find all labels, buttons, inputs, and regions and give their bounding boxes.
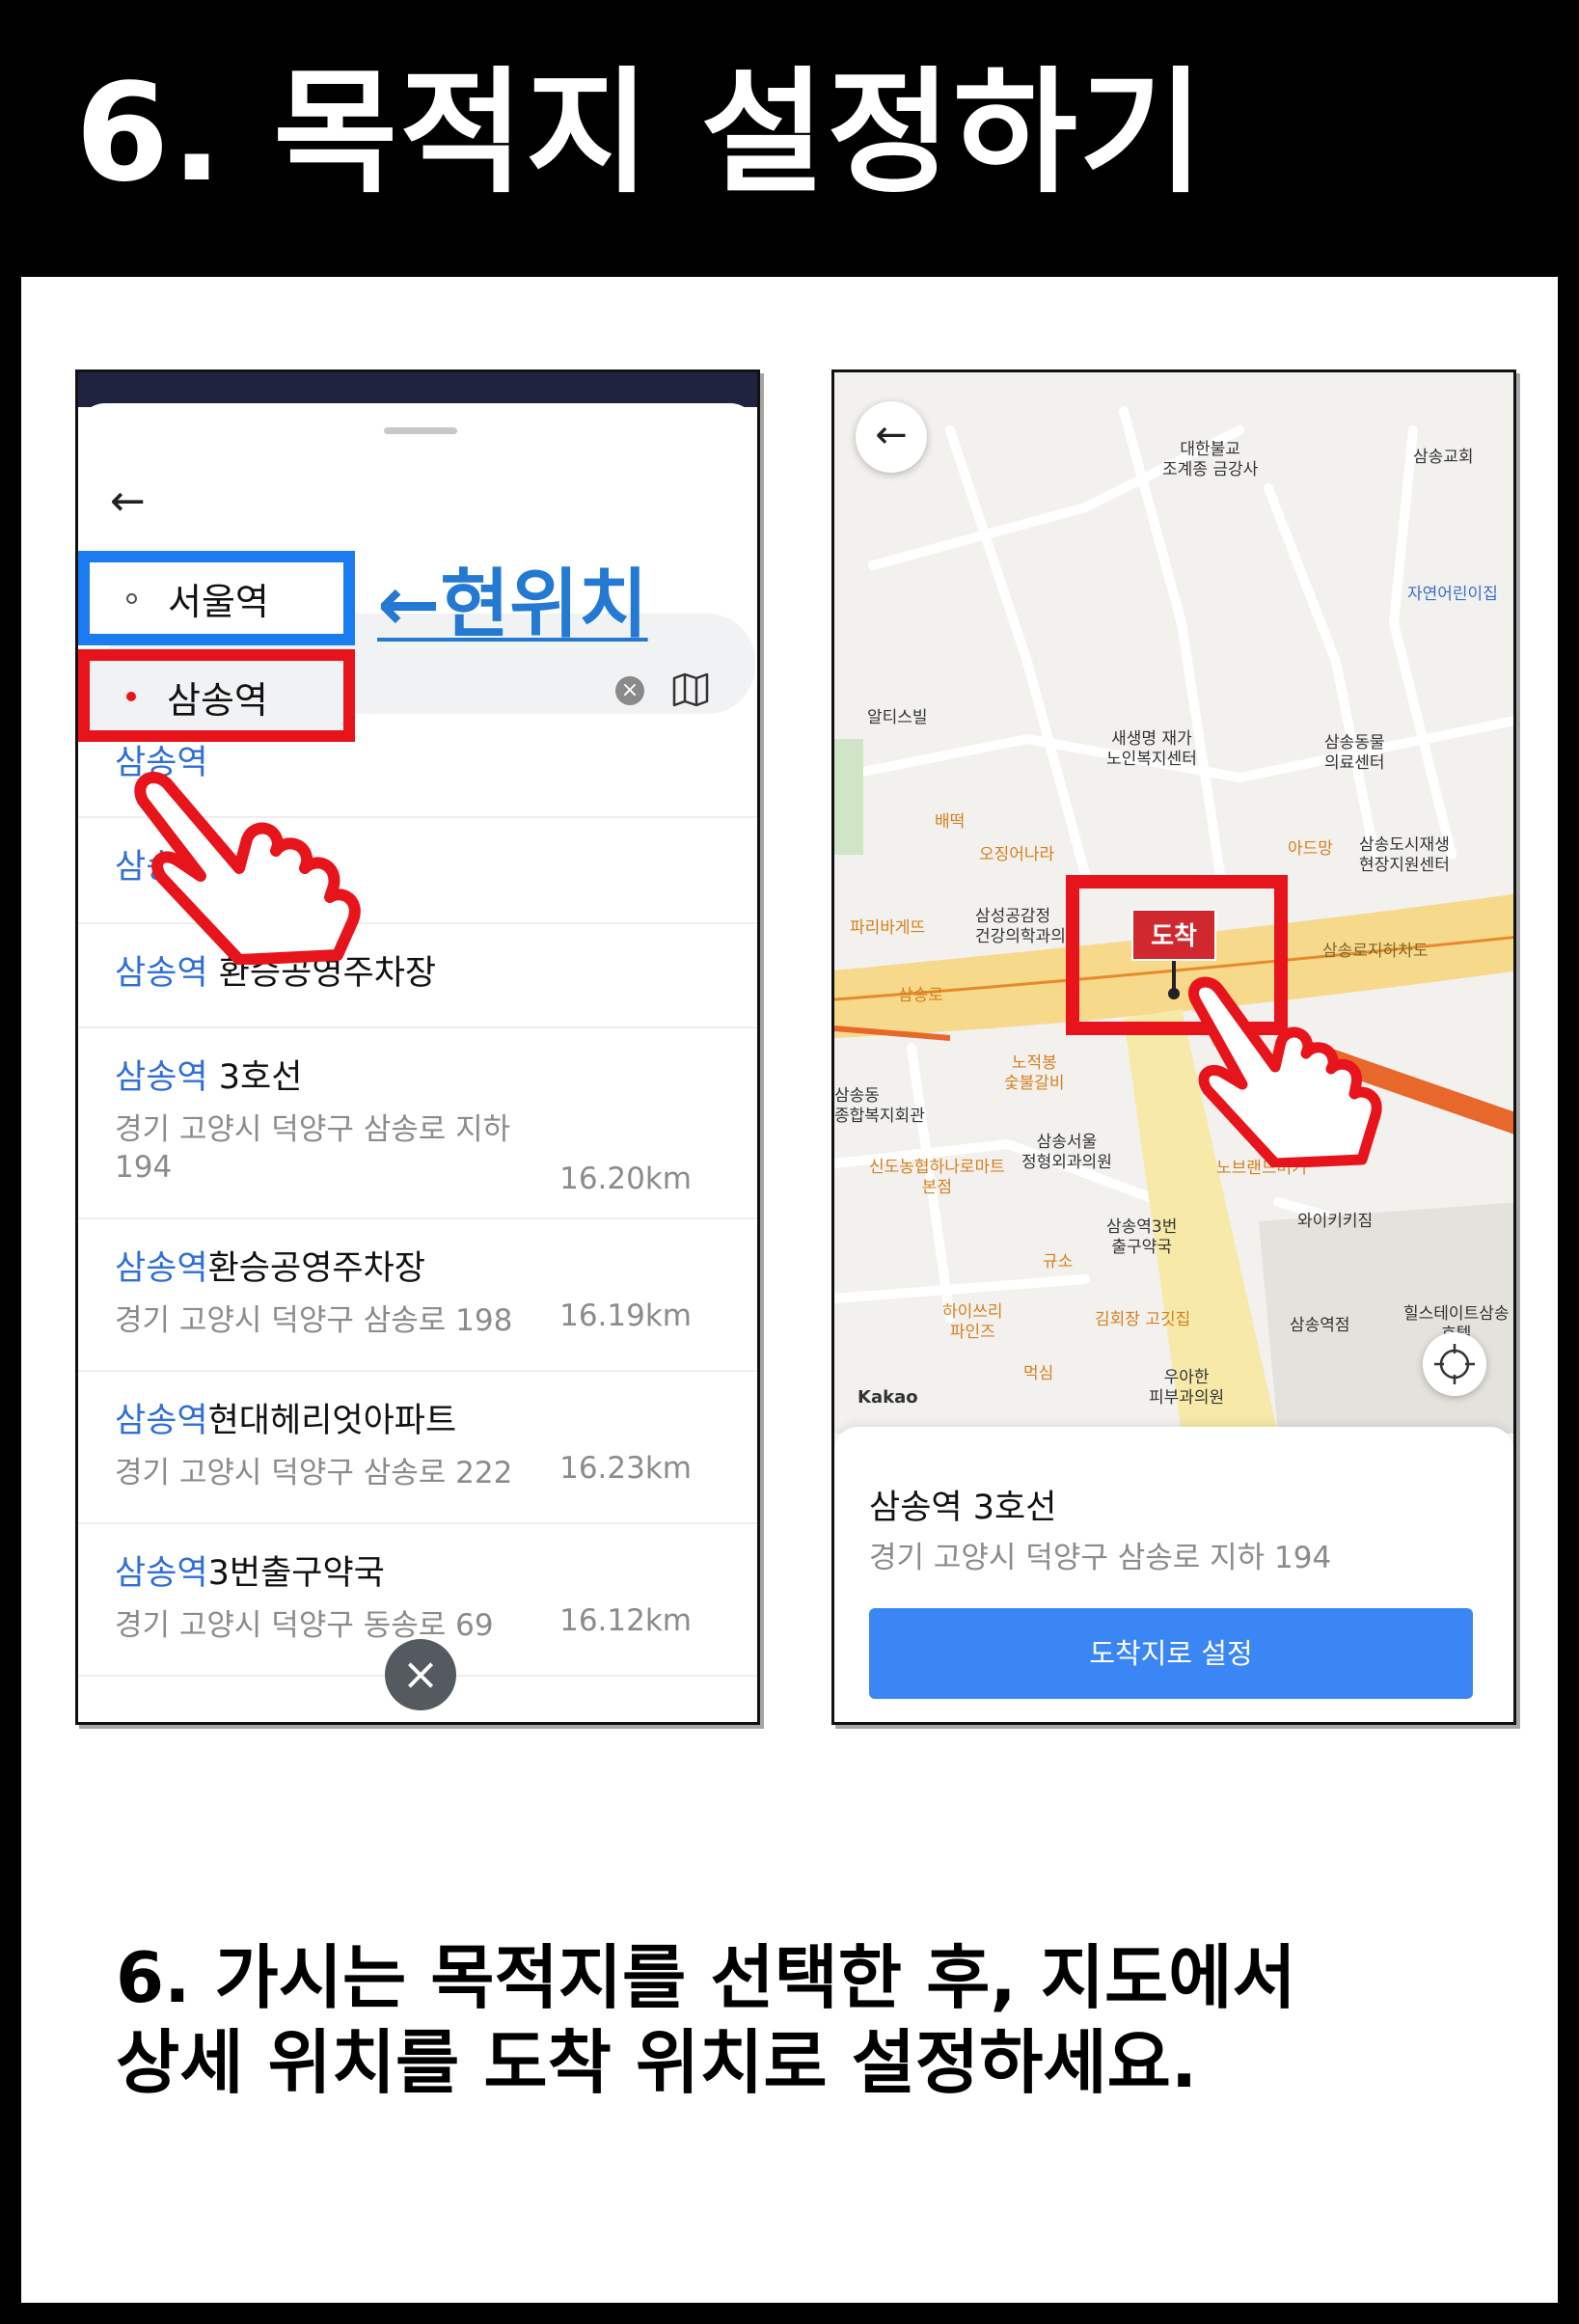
map-label: 삼송도시재생 현장지원센터 bbox=[1359, 835, 1450, 876]
map-icon[interactable] bbox=[672, 672, 709, 707]
page-header: 6. 목적지 설정하기 bbox=[0, 0, 1579, 275]
map-label: 삼송교회 bbox=[1413, 448, 1474, 467]
list-item[interactable]: 삼송역현대헤리엇아파트 경기 고양시 덕양구 삼송로 222 16.23km bbox=[78, 1372, 757, 1524]
clear-icon[interactable]: × bbox=[615, 676, 644, 705]
map-label: 우아한 피부과의원 bbox=[1149, 1368, 1225, 1408]
page-title: 6. 목적지 설정하기 bbox=[75, 55, 1206, 212]
map-label: 삼송동 종합복지회관 bbox=[834, 1086, 925, 1127]
destination-dot-icon bbox=[126, 692, 136, 701]
map-label: 알티스빌 bbox=[867, 708, 928, 727]
map-screen: 대한불교 조계종 금강사 삼송교회 자연어린이집 알티스빌 새생명 재가 노인복… bbox=[831, 369, 1516, 1725]
origin-field[interactable]: 서울역 bbox=[93, 560, 334, 636]
result-distance: 16.20km bbox=[559, 1162, 692, 1196]
map-label: 파리바게뜨 bbox=[850, 918, 926, 938]
current-location-note: ←현위치 bbox=[377, 561, 648, 648]
result-highlight: 삼송역 bbox=[115, 1249, 208, 1288]
map-view[interactable]: 대한불교 조계종 금강사 삼송교회 자연어린이집 알티스빌 새생명 재가 노인복… bbox=[834, 372, 1513, 1434]
result-title: 3번출구약국 bbox=[207, 1554, 385, 1593]
map-label: 먹심 bbox=[1023, 1364, 1054, 1383]
hand-pointer-icon bbox=[134, 772, 361, 965]
result-address: 경기 고양시 덕양구 삼송로 지하 bbox=[115, 1112, 511, 1147]
map-label: 하이쓰리 파인즈 bbox=[942, 1302, 1003, 1343]
caption-line-2: 상세 위치를 도착 위치로 설정하세요. bbox=[116, 2022, 1198, 2103]
map-label: 노적봉 숯불갈비 bbox=[1004, 1053, 1065, 1094]
result-distance: 16.23km bbox=[559, 1451, 692, 1486]
origin-value: 서울역 bbox=[168, 580, 269, 623]
result-title: 현대헤리엇아파트 bbox=[207, 1402, 457, 1440]
back-arrow-icon[interactable]: ← bbox=[110, 480, 146, 523]
map-label: 삼송역점 bbox=[1290, 1316, 1350, 1335]
list-item[interactable]: 삼송역 3호선 경기 고양시 덕양구 삼송로 지하 194 16.20km bbox=[78, 1028, 757, 1219]
result-title: 환승공영주차장 bbox=[207, 1249, 426, 1288]
map-label: 와이키키짐 bbox=[1297, 1212, 1374, 1231]
map-label: 삼송동물 의료센터 bbox=[1324, 733, 1385, 774]
map-label: 배떡 bbox=[935, 812, 966, 832]
result-highlight: 삼송역 bbox=[115, 1402, 208, 1440]
result-highlight: 삼송역 bbox=[115, 1554, 208, 1593]
search-screen: ← 서울역 삼송역 × ←현위치 삼송역 삼송역 삼송역 환승공영주차장 bbox=[75, 369, 760, 1725]
back-arrow-icon[interactable]: ← bbox=[856, 401, 927, 473]
place-title: 삼송역 3호선 bbox=[869, 1489, 1057, 1527]
result-highlight: 삼송역 bbox=[115, 1058, 208, 1097]
map-label: 대한불교 조계종 금강사 bbox=[1162, 440, 1259, 480]
map-label: 아드망 bbox=[1288, 839, 1333, 859]
caption-line-1: 6. 가시는 목적지를 선택한 후, 지도에서 bbox=[116, 1937, 1296, 2018]
drag-handle[interactable] bbox=[384, 427, 457, 434]
list-item[interactable]: 삼송역환승공영주차장 경기 고양시 덕양구 삼송로 198 16.19km bbox=[78, 1219, 757, 1372]
map-label: 김회장 고깃집 bbox=[1095, 1310, 1191, 1329]
origin-dot-icon bbox=[126, 592, 137, 604]
status-bar bbox=[78, 372, 757, 407]
map-label: 새생명 재가 노인복지센터 bbox=[1106, 729, 1197, 770]
result-distance: 16.19km bbox=[559, 1299, 692, 1333]
close-button[interactable]: × bbox=[385, 1639, 456, 1710]
map-label: 삼송로 bbox=[898, 986, 943, 1005]
map-label: 자연어린이집 bbox=[1407, 585, 1498, 604]
map-label: 규소 bbox=[1043, 1252, 1074, 1271]
hand-pointer-icon bbox=[1188, 976, 1382, 1167]
map-label: 신도농협하나로마트 본점 bbox=[869, 1158, 1005, 1198]
set-destination-button[interactable]: 도착지로 설정 bbox=[869, 1608, 1473, 1699]
place-address: 경기 고양시 덕양구 삼송로 지하 194 bbox=[869, 1541, 1332, 1575]
map-label: 삼송로지하차도 bbox=[1322, 942, 1429, 961]
result-distance: 16.12km bbox=[559, 1603, 692, 1638]
current-location-icon[interactable] bbox=[1423, 1332, 1486, 1396]
map-label: 삼송서울 정형외과의원 bbox=[1021, 1133, 1112, 1173]
kakao-logo: Kakao bbox=[858, 1387, 918, 1408]
map-label: 삼송역3번 출구약국 bbox=[1106, 1217, 1178, 1258]
route-search-sheet: ← 서울역 삼송역 × ←현위치 삼송역 삼송역 삼송역 환승공영주차장 bbox=[78, 403, 757, 1722]
result-title: 3호선 bbox=[207, 1058, 303, 1097]
place-sheet: 삼송역 3호선 경기 고양시 덕양구 삼송로 지하 194 도착지로 설정 bbox=[834, 1427, 1513, 1722]
map-label: 오징어나라 bbox=[979, 845, 1055, 864]
